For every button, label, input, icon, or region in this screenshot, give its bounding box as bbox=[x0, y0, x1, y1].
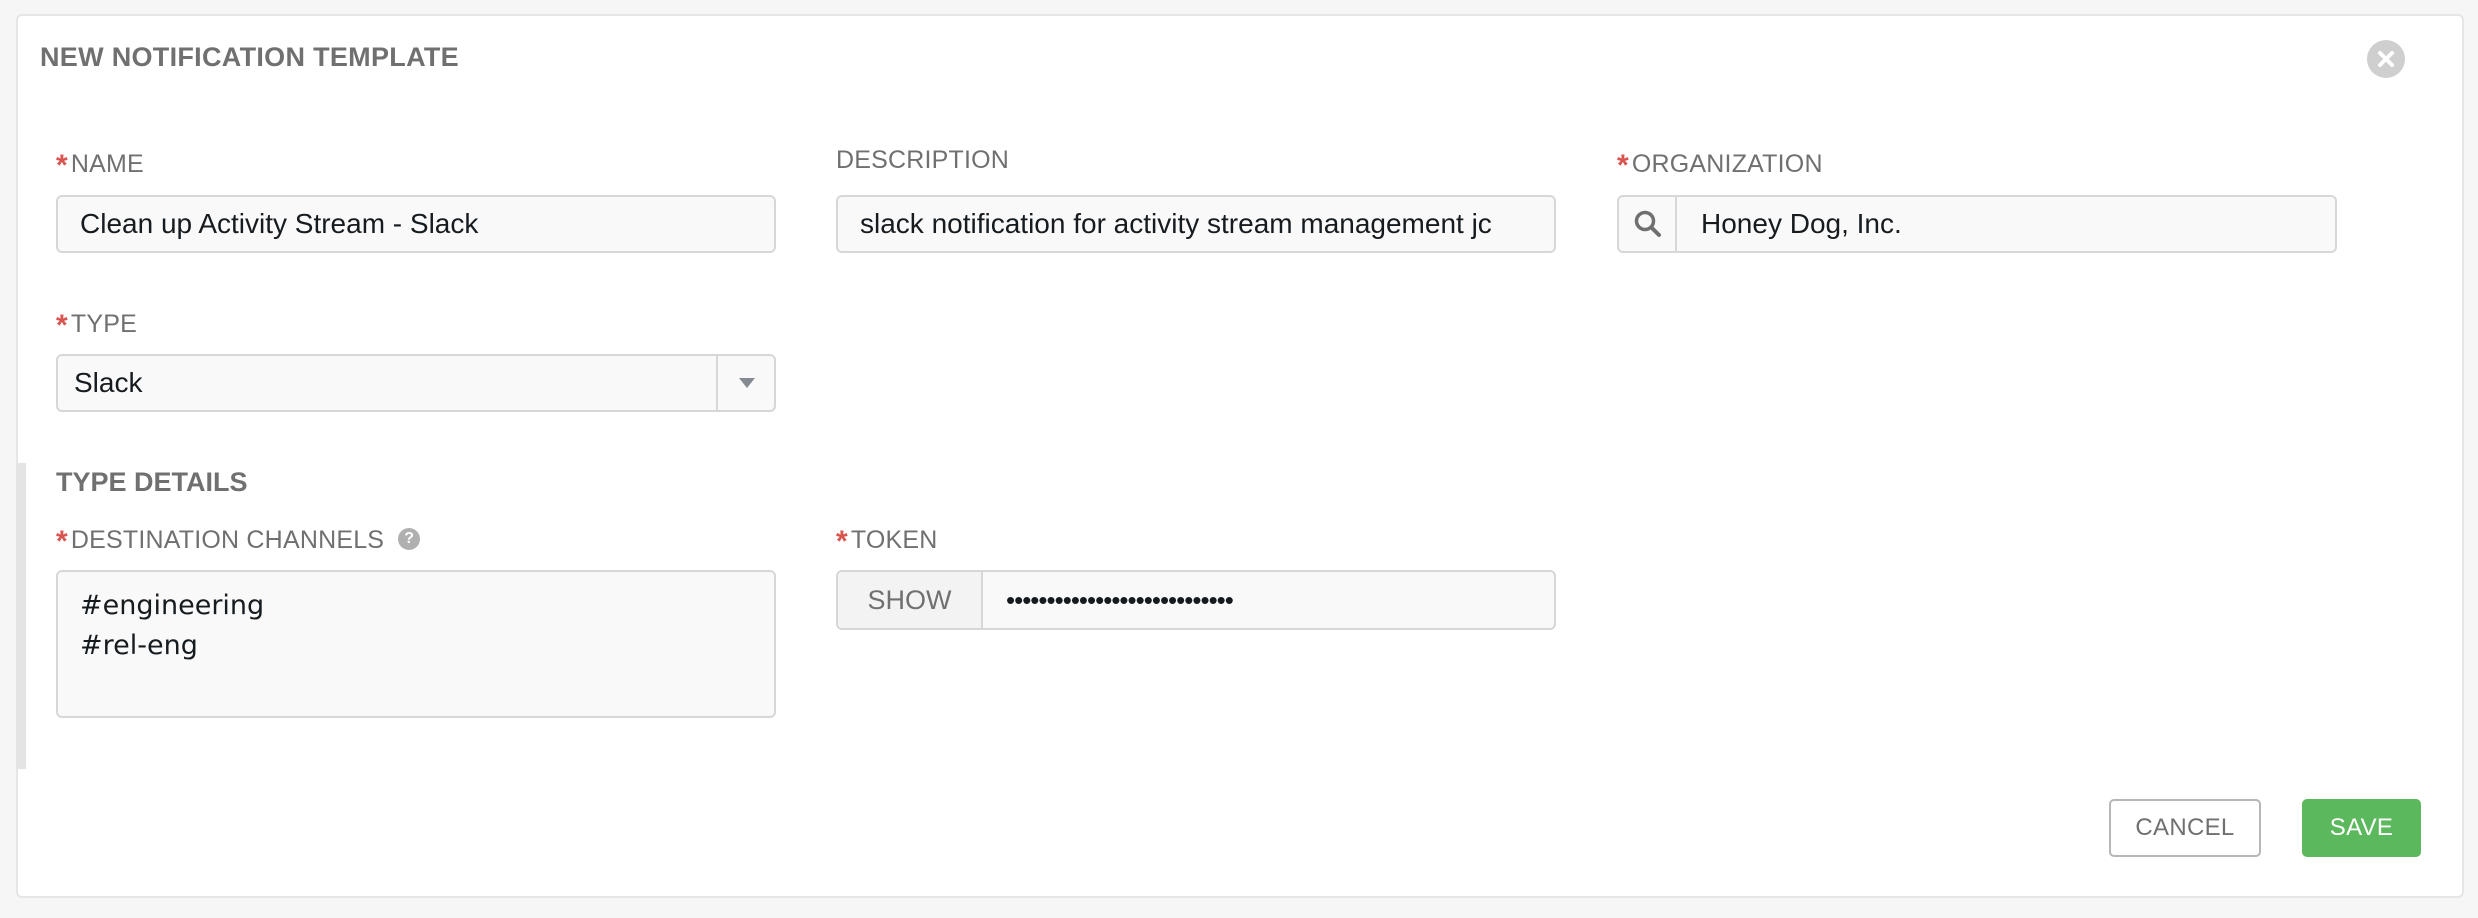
description-input[interactable]: slack notification for activity stream m… bbox=[836, 195, 1556, 253]
organization-label: * ORGANIZATION bbox=[1617, 149, 1823, 182]
token-input[interactable]: •••••••••••••••••••••••••••• bbox=[1006, 572, 1234, 628]
channel-line: #rel-eng bbox=[80, 630, 198, 661]
token-input-group: SHOW •••••••••••••••••••••••••••• bbox=[836, 570, 1556, 630]
save-button[interactable]: SAVE bbox=[2302, 799, 2421, 857]
question-circle-icon[interactable]: ? bbox=[398, 528, 421, 551]
close-icon[interactable] bbox=[2367, 40, 2405, 78]
name-label: * NAME bbox=[56, 149, 144, 182]
destination-channels-textarea[interactable]: #engineering #rel-eng bbox=[56, 570, 776, 718]
required-asterisk: * bbox=[1617, 149, 1629, 182]
cancel-button[interactable]: CANCEL bbox=[2109, 799, 2261, 857]
description-label: DESCRIPTION bbox=[836, 146, 1010, 174]
type-label: * TYPE bbox=[56, 309, 137, 342]
caret-down-icon[interactable] bbox=[716, 356, 774, 410]
section-divider bbox=[16, 463, 26, 769]
destination-channels-label: * DESTINATION CHANNELS? bbox=[56, 522, 421, 558]
organization-value: Honey Dog, Inc. bbox=[1701, 208, 1902, 239]
channel-line: #engineering bbox=[80, 590, 265, 621]
required-asterisk: * bbox=[836, 525, 848, 558]
token-label: * TOKEN bbox=[836, 525, 938, 558]
required-asterisk: * bbox=[56, 309, 68, 342]
type-selected-value: Slack bbox=[74, 367, 143, 398]
search-icon[interactable] bbox=[1619, 197, 1677, 251]
type-details-title: TYPE DETAILS bbox=[56, 467, 248, 497]
required-asterisk: * bbox=[56, 149, 68, 182]
required-asterisk: * bbox=[56, 525, 68, 558]
show-token-button[interactable]: SHOW bbox=[838, 572, 983, 628]
type-select[interactable]: Slack bbox=[56, 354, 776, 412]
name-input[interactable]: Clean up Activity Stream - Slack bbox=[56, 195, 776, 253]
notification-template-form bbox=[16, 14, 2464, 898]
dialog-title: NEW NOTIFICATION TEMPLATE bbox=[40, 42, 459, 72]
organization-lookup[interactable]: Honey Dog, Inc. bbox=[1617, 195, 2337, 253]
